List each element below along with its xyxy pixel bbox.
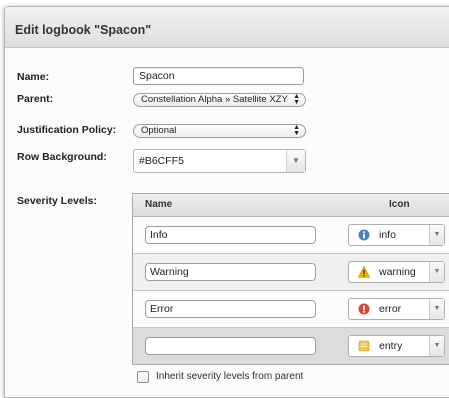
table-header: Name Icon — [133, 194, 449, 217]
error-icon — [358, 303, 370, 315]
parent-select-value: Constellation Alpha » Satellite XZY — [141, 94, 288, 105]
severity-icon-select[interactable]: entry ▼ — [348, 335, 445, 357]
dialog-titlebar: Edit logbook "Spacon" — [5, 7, 449, 48]
severity-name-field[interactable]: Error — [145, 300, 316, 318]
severity-icon-select[interactable]: warning ▼ — [348, 261, 445, 283]
row-background-combo[interactable]: #B6CFF5 ▼ — [133, 149, 306, 173]
severity-name-field[interactable]: Info — [145, 226, 316, 244]
severity-icon-label: error — [379, 303, 402, 315]
severity-name-field[interactable] — [145, 337, 316, 355]
justification-policy-value: Optional — [141, 125, 177, 136]
table-row: Info info ▼ — [133, 217, 449, 254]
row-background-value: #B6CFF5 — [139, 155, 184, 167]
severity-levels-label: Severity Levels: — [17, 195, 97, 207]
table-row: Error error ▼ — [133, 291, 449, 328]
severity-icon-label: entry — [379, 340, 403, 352]
severity-name-field[interactable]: Warning — [145, 263, 316, 281]
select-arrows-icon: ▲ ▼ — [293, 124, 300, 137]
severity-icon-label: warning — [379, 266, 416, 278]
edit-logbook-dialog: Edit logbook "Spacon" Name: Spacon Paren… — [4, 6, 449, 398]
table-row: entry ▼ — [133, 328, 449, 364]
severity-icon-select[interactable]: error ▼ — [348, 298, 445, 320]
row-background-label: Row Background: — [17, 151, 107, 163]
chevron-down-icon[interactable]: ▼ — [429, 336, 444, 356]
info-icon — [358, 229, 370, 241]
severity-icon-select[interactable]: info ▼ — [348, 224, 445, 246]
justification-policy-select[interactable]: Optional ▲ ▼ — [133, 124, 306, 138]
entry-icon — [358, 340, 370, 352]
name-field[interactable]: Spacon — [133, 67, 304, 85]
name-label: Name: — [17, 71, 50, 83]
parent-label: Parent: — [17, 93, 54, 105]
warning-icon — [358, 266, 370, 278]
chevron-down-icon[interactable]: ▼ — [286, 150, 305, 172]
severity-icon-label: info — [379, 229, 396, 241]
column-header-icon: Icon — [389, 199, 410, 210]
column-header-name: Name — [145, 199, 173, 210]
dialog-title: Edit logbook "Spacon" — [15, 23, 152, 37]
chevron-down-icon[interactable]: ▼ — [429, 225, 444, 245]
chevron-down-icon[interactable]: ▼ — [429, 262, 444, 282]
inherit-severity-checkbox[interactable] — [137, 371, 149, 383]
chevron-down-icon[interactable]: ▼ — [429, 299, 444, 319]
justification-policy-label: Justification Policy: — [17, 124, 117, 136]
select-arrows-icon: ▲ ▼ — [293, 93, 300, 106]
table-row: Warning warning ▼ — [133, 254, 449, 291]
inherit-severity-label: Inherit severity levels from parent — [156, 371, 304, 382]
parent-select[interactable]: Constellation Alpha » Satellite XZY ▲ ▼ — [133, 93, 306, 107]
severity-levels-table: Name Icon Info info ▼ Warning warning ▼ … — [132, 193, 449, 365]
